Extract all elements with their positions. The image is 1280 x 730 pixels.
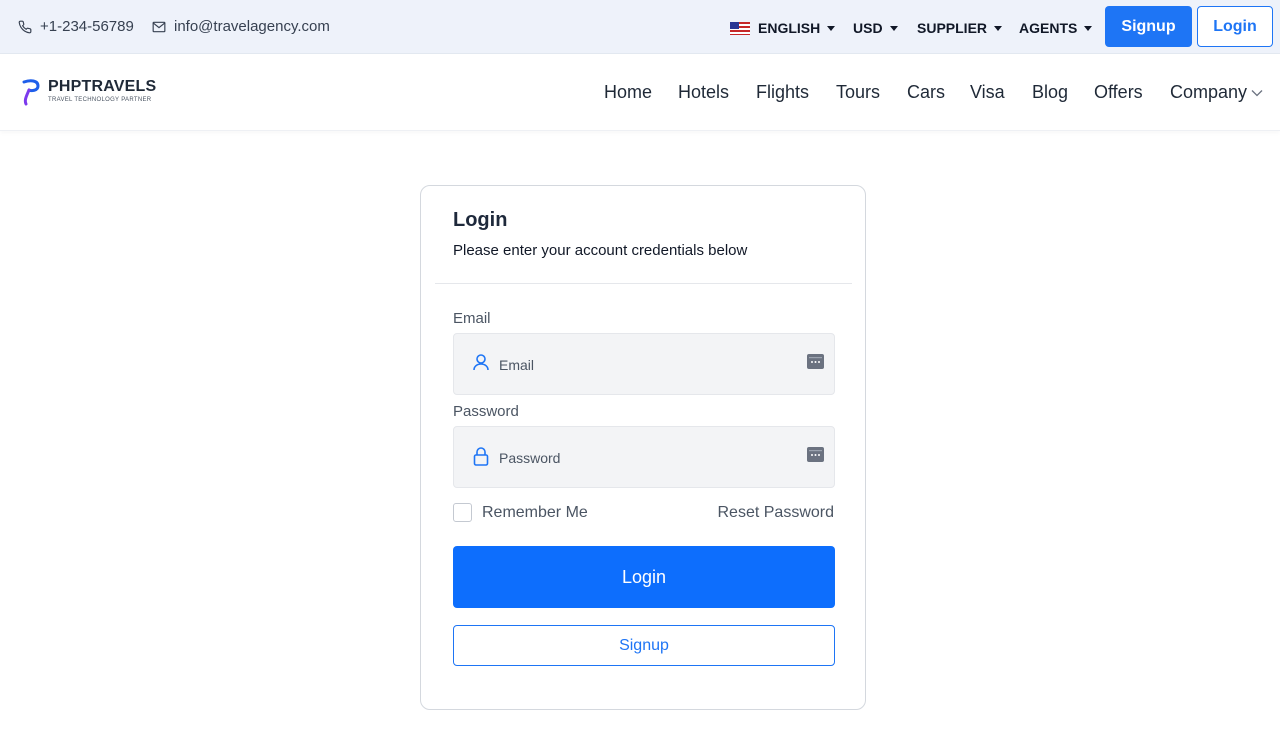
- agents-label: AGENTS: [1019, 20, 1078, 36]
- caret-down-icon: [889, 25, 898, 31]
- lock-icon: [473, 447, 489, 466]
- contact-email[interactable]: info@travelagency.com: [152, 18, 330, 35]
- phone-icon: [18, 20, 32, 33]
- topbar-login-button[interactable]: Login: [1197, 6, 1273, 47]
- phone-number: +1-234-56789: [40, 18, 134, 35]
- password-label: Password: [453, 403, 519, 420]
- user-icon: [473, 354, 489, 371]
- nav-offers[interactable]: Offers: [1094, 82, 1143, 103]
- currency-label: USD: [853, 20, 883, 36]
- envelope-icon: [152, 21, 166, 32]
- remember-me-label: Remember Me: [482, 503, 588, 521]
- reset-password-link[interactable]: Reset Password: [718, 504, 835, 522]
- caret-down-icon: [1084, 25, 1093, 31]
- brand-name: PHPTRAVELS: [48, 78, 157, 95]
- nav-visa[interactable]: Visa: [970, 82, 1005, 103]
- contact-phone[interactable]: +1-234-56789: [18, 18, 134, 35]
- chevron-down-icon: [1251, 89, 1263, 96]
- checkbox-box[interactable]: [453, 503, 472, 522]
- keyboard-icon[interactable]: [807, 447, 824, 462]
- password-placeholder: Password: [499, 450, 561, 466]
- brand-logo[interactable]: PHPTRAVELS TRAVEL TECHNOLOGY PARTNER: [20, 78, 156, 106]
- topbar-signup-button[interactable]: Signup: [1105, 6, 1192, 47]
- nav-cars[interactable]: Cars: [907, 82, 945, 103]
- top-bar: +1-234-56789 info@travelagency.com ENGLI…: [0, 0, 1280, 54]
- nav-blog[interactable]: Blog: [1032, 82, 1068, 103]
- brand-tagline: TRAVEL TECHNOLOGY PARTNER: [48, 97, 152, 103]
- email-placeholder: Email: [499, 357, 535, 373]
- nav-flights[interactable]: Flights: [756, 82, 809, 103]
- supplier-label: SUPPLIER: [917, 20, 988, 36]
- email-input[interactable]: Email: [453, 333, 835, 395]
- us-flag-icon: [730, 21, 750, 35]
- brand-logo-icon: [22, 79, 40, 106]
- language-dropdown[interactable]: ENGLISH: [730, 20, 836, 36]
- nav-company-label: Company: [1170, 82, 1248, 102]
- keyboard-icon[interactable]: [807, 354, 824, 369]
- email-address: info@travelagency.com: [174, 18, 330, 35]
- agents-dropdown[interactable]: AGENTS: [1019, 20, 1093, 36]
- nav-home[interactable]: Home: [604, 82, 652, 103]
- login-button[interactable]: Login: [453, 546, 835, 608]
- signup-button[interactable]: Signup: [453, 625, 835, 666]
- main-navbar: PHPTRAVELS TRAVEL TECHNOLOGY PARTNER Hom…: [0, 54, 1280, 131]
- supplier-dropdown[interactable]: SUPPLIER: [917, 20, 1003, 36]
- language-label: ENGLISH: [758, 20, 821, 36]
- currency-dropdown[interactable]: USD: [853, 20, 898, 36]
- email-label: Email: [453, 310, 491, 327]
- login-title: Login: [453, 209, 508, 231]
- login-card: Login Please enter your account credenti…: [420, 185, 866, 710]
- caret-down-icon: [994, 25, 1003, 31]
- nav-tours[interactable]: Tours: [836, 82, 880, 103]
- remember-me-checkbox[interactable]: Remember Me: [453, 503, 588, 522]
- nav-company[interactable]: Company: [1170, 82, 1263, 103]
- nav-hotels[interactable]: Hotels: [678, 82, 729, 103]
- password-input[interactable]: Password: [453, 426, 835, 488]
- login-subtitle: Please enter your account credentials be…: [453, 242, 748, 259]
- caret-down-icon: [827, 25, 836, 31]
- card-divider: [435, 283, 852, 284]
